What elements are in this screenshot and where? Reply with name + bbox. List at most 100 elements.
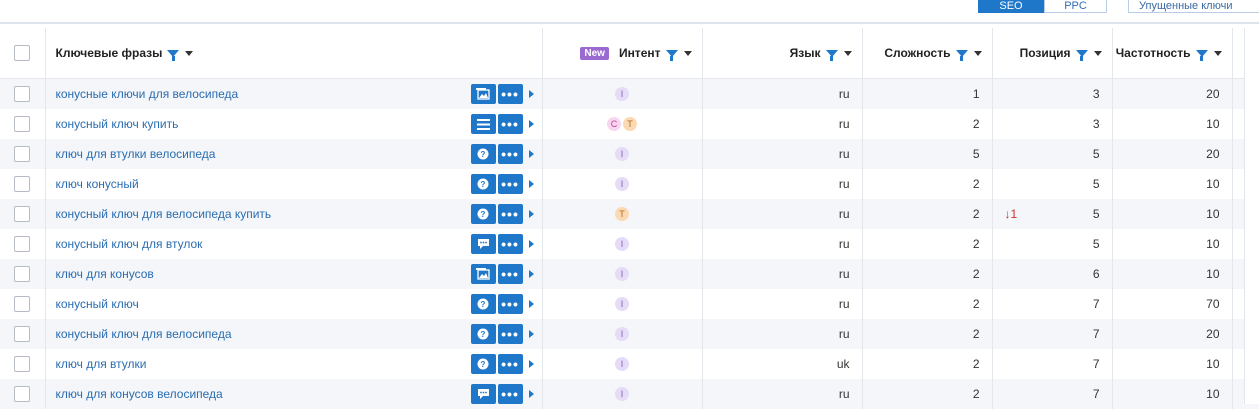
table-row[interactable]: конусный ключ для велосипеда купить ? ••… (0, 199, 1259, 229)
row-checkbox[interactable] (14, 206, 31, 222)
position-value: 5 (1092, 147, 1100, 161)
keyword-link[interactable]: конусный ключ купить (56, 117, 469, 131)
more-actions-button[interactable]: ••• (497, 384, 523, 404)
select-all-checkbox[interactable] (14, 45, 31, 61)
question-icon[interactable]: ? (470, 174, 496, 194)
question-icon[interactable]: ? (470, 354, 496, 374)
filter-icon[interactable] (825, 49, 838, 61)
more-actions-button[interactable]: ••• (497, 264, 523, 284)
expand-arrow-icon[interactable] (528, 330, 534, 338)
expand-arrow-icon[interactable] (528, 390, 534, 398)
sort-caret-icon[interactable] (843, 50, 852, 56)
table-row[interactable]: конусный ключ ? ••• I ru 2 7 70 (0, 289, 1259, 319)
sort-caret-icon[interactable] (1093, 50, 1102, 56)
expand-arrow-icon[interactable] (528, 210, 534, 218)
sort-caret-icon[interactable] (683, 50, 692, 56)
row-checkbox[interactable] (14, 176, 31, 192)
keyword-link[interactable]: ключ для конусов велосипеда (56, 387, 469, 401)
expand-arrow-icon[interactable] (528, 300, 534, 308)
table-row[interactable]: конусный ключ купить ••• CT ru 2 3 10 (0, 109, 1259, 139)
image-pack-icon[interactable] (470, 84, 496, 104)
keyword-link[interactable]: конусный ключ (56, 297, 469, 311)
tab-seo[interactable]: SEO (978, 0, 1044, 13)
expand-arrow-icon[interactable] (528, 240, 534, 248)
question-icon[interactable]: ? (470, 324, 496, 344)
keyword-link[interactable]: конусный ключ для велосипеда (56, 327, 469, 341)
more-actions-button[interactable]: ••• (497, 354, 523, 374)
more-actions-button[interactable]: ••• (497, 84, 523, 104)
row-checkbox[interactable] (14, 296, 31, 312)
keyword-cell: конусный ключ для велосипеда купить ? ••… (44, 199, 542, 229)
intent-cell: I (541, 319, 702, 349)
row-checkbox[interactable] (14, 356, 31, 372)
more-actions-button[interactable]: ••• (497, 204, 523, 224)
row-checkbox[interactable] (14, 266, 31, 282)
header-keyword[interactable]: Ключевые фразы (44, 28, 542, 79)
sort-caret-icon[interactable] (973, 50, 982, 56)
expand-arrow-icon[interactable] (528, 360, 534, 368)
header-frequency[interactable]: Частотность (1111, 28, 1232, 79)
tab-ppc[interactable]: PPC (1044, 0, 1107, 13)
image-pack-icon[interactable] (470, 264, 496, 284)
expand-arrow-icon[interactable] (528, 150, 534, 158)
filter-icon[interactable] (1195, 49, 1208, 61)
list-icon[interactable] (470, 114, 496, 134)
difficulty-cell: 2 (861, 289, 992, 319)
row-checkbox-cell (0, 289, 45, 319)
row-checkbox[interactable] (14, 326, 31, 342)
keyword-link[interactable]: конусный ключ для втулок (56, 237, 469, 251)
more-actions-button[interactable]: ••• (497, 174, 523, 194)
keyword-link[interactable]: ключ для втулки (56, 357, 469, 371)
more-actions-button[interactable]: ••• (497, 324, 523, 344)
table-row[interactable]: ключ для втулки ? ••• I uk 2 7 10 (0, 349, 1259, 379)
table-row[interactable]: конусные ключи для велосипеда ••• I ru 1… (0, 78, 1259, 109)
header-label: Сложность (884, 46, 951, 60)
row-checkbox[interactable] (14, 116, 31, 132)
filter-icon[interactable] (955, 49, 968, 61)
row-checkbox[interactable] (14, 386, 31, 402)
header-position[interactable]: Позиция (991, 28, 1112, 79)
keyword-link[interactable]: ключ для втулки велосипеда (56, 147, 469, 161)
table-row[interactable]: конусный ключ для велосипеда ? ••• I ru … (0, 319, 1259, 349)
table-row[interactable]: ключ для конусов ••• I ru 2 6 10 (0, 259, 1259, 289)
row-checkbox[interactable] (14, 236, 31, 252)
filter-icon[interactable] (1075, 49, 1088, 61)
keyword-link[interactable]: конусные ключи для велосипеда (56, 87, 469, 101)
language-cell: ru (701, 319, 862, 349)
filter-icon[interactable] (167, 49, 180, 61)
expand-arrow-icon[interactable] (528, 270, 534, 278)
header-label: Язык (789, 46, 821, 60)
row-checkbox[interactable] (14, 146, 31, 162)
keyword-link[interactable]: конусный ключ для велосипеда купить (56, 207, 469, 221)
question-icon[interactable]: ? (470, 204, 496, 224)
row-checkbox[interactable] (14, 86, 31, 102)
question-icon[interactable]: ? (470, 144, 496, 164)
table-row[interactable]: ключ конусный ? ••• I ru 2 5 10 (0, 169, 1259, 199)
vertical-scrollbar[interactable] (1244, 28, 1259, 404)
header-label: Частотность (1115, 46, 1191, 60)
table-row[interactable]: конусный ключ для втулок ••• I ru 2 5 10 (0, 229, 1259, 259)
more-actions-button[interactable]: ••• (497, 294, 523, 314)
header-difficulty[interactable]: Сложность (861, 28, 992, 79)
lost-keywords-button[interactable]: Упущенные ключи (1128, 0, 1259, 13)
more-actions-button[interactable]: ••• (497, 234, 523, 254)
table-row[interactable]: ключ для втулки велосипеда ? ••• I ru 5 … (0, 139, 1259, 169)
sort-caret-icon[interactable] (1213, 50, 1222, 56)
review-icon[interactable] (470, 234, 496, 254)
expand-arrow-icon[interactable] (528, 120, 534, 128)
keyword-link[interactable]: ключ для конусов (56, 267, 469, 281)
keyword-cell: ключ для конусов ••• (44, 259, 542, 289)
header-language[interactable]: Язык (701, 28, 862, 79)
expand-arrow-icon[interactable] (528, 180, 534, 188)
expand-arrow-icon[interactable] (528, 90, 534, 98)
review-icon[interactable] (470, 384, 496, 404)
sort-caret-icon[interactable] (185, 50, 194, 56)
question-icon[interactable]: ? (470, 294, 496, 314)
header-intent[interactable]: New Интент (541, 28, 702, 79)
intent-cell: I (541, 349, 702, 379)
more-actions-button[interactable]: ••• (497, 114, 523, 134)
table-row[interactable]: ключ для конусов велосипеда ••• I ru 2 7… (0, 379, 1259, 409)
more-actions-button[interactable]: ••• (497, 144, 523, 164)
filter-icon[interactable] (665, 49, 678, 61)
keyword-link[interactable]: ключ конусный (56, 177, 469, 191)
